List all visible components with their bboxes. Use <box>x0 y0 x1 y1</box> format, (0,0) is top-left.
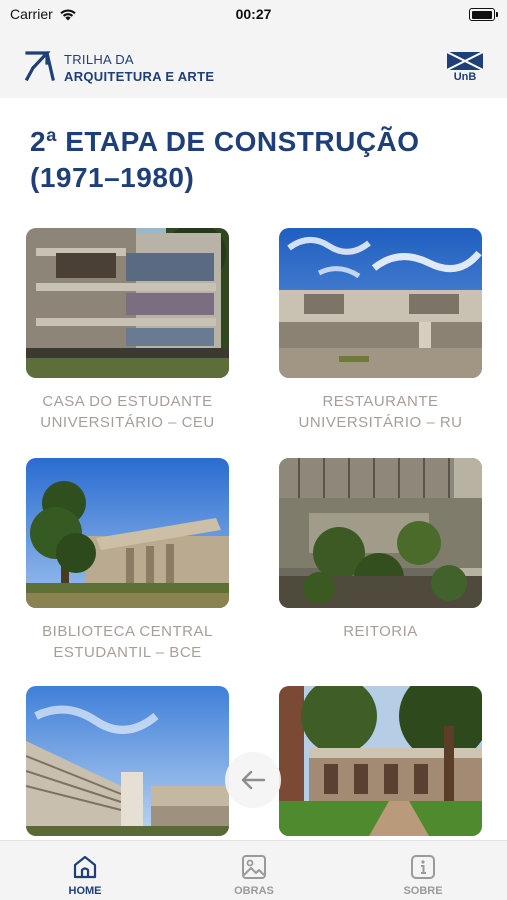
work-card-ru[interactable]: RESTAURANTE UNIVERSITÁRIO – RU <box>279 228 482 433</box>
work-card-reitoria[interactable]: REITORIA <box>279 458 482 642</box>
work-photo <box>279 228 482 378</box>
tab-obras[interactable]: OBRAS <box>214 853 294 897</box>
work-card-label: BIBLIOTECA CENTRAL ESTUDANTIL – BCE <box>42 623 213 661</box>
app-header: TRILHA DA ARQUITETURA E ARTE UnB <box>0 30 507 98</box>
logo-line-2: ARQUITETURA E ARTE <box>64 69 215 84</box>
tab-bar: HOME OBRAS SOBRE <box>0 840 507 900</box>
tab-sobre[interactable]: SOBRE <box>383 853 463 897</box>
arrow-left-icon <box>241 770 266 790</box>
tab-home[interactable]: HOME <box>45 853 125 897</box>
work-card-6[interactable] <box>279 686 482 849</box>
work-card-bce[interactable]: BIBLIOTECA CENTRAL ESTUDANTIL – BCE <box>26 458 229 663</box>
unb-logo[interactable]: UnB <box>446 51 484 86</box>
battery-icon <box>469 8 498 21</box>
unb-label: UnB <box>453 71 477 83</box>
tab-sobre-label: SOBRE <box>403 885 443 897</box>
page-title: 2ª ETAPA DE CONSTRUÇÃO (1971–1980) <box>30 126 420 193</box>
app-logo-text: TRILHA DA ARQUITETURA E ARTE <box>64 51 214 85</box>
back-button[interactable] <box>225 752 281 808</box>
work-photo <box>26 228 229 378</box>
tab-obras-label: OBRAS <box>234 885 274 897</box>
work-card-5[interactable] <box>26 686 229 849</box>
trail-logo-icon[interactable] <box>24 50 56 82</box>
logo-line-1: TRILHA DA <box>64 52 134 67</box>
unb-emblem-icon <box>446 51 484 71</box>
tab-home-label: HOME <box>68 885 102 897</box>
work-photo <box>279 686 482 836</box>
work-card-label: RESTAURANTE UNIVERSITÁRIO – RU <box>298 393 463 431</box>
home-icon <box>73 855 97 879</box>
info-icon <box>411 855 435 879</box>
status-time: 00:27 <box>235 6 272 22</box>
work-card-ceu[interactable]: CASA DO ESTUDANTE UNIVERSITÁRIO – CEU <box>26 228 229 433</box>
work-photo <box>279 458 482 608</box>
work-card-label: REITORIA <box>343 623 418 640</box>
work-photo <box>26 686 229 836</box>
status-bar: Carrier 00:27 <box>0 0 507 30</box>
work-photo <box>26 458 229 608</box>
work-card-label: CASA DO ESTUDANTE UNIVERSITÁRIO – CEU <box>40 393 215 431</box>
image-icon <box>242 855 266 879</box>
